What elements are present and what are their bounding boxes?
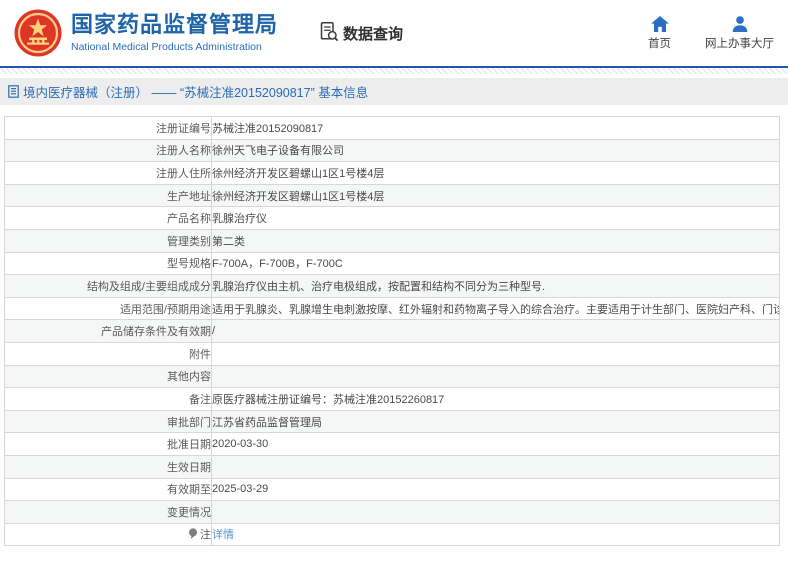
row-value: 乳腺治疗仪由主机、治疗电极组成，按配置和结构不同分为三种型号. (211, 274, 780, 298)
row-label: 型号规格 (4, 251, 212, 276)
document-icon (8, 85, 19, 98)
breadcrumb-text: 境内医疗器械（注册） —— “苏械注准20152090817” 基本信息 (23, 86, 369, 100)
row-value (211, 364, 780, 389)
row-label: 注册证编号 (4, 116, 212, 140)
nav-home[interactable]: 首页 (648, 15, 671, 51)
national-emblem-logo[interactable] (14, 9, 62, 57)
user-icon (731, 15, 749, 32)
detail-link[interactable]: 详情 (213, 529, 235, 541)
row-value (211, 454, 780, 479)
brand-block[interactable]: 国家药品监督管理局 National Medical Products Admi… (71, 12, 279, 53)
row-value: 苏械注准20152090817 (211, 116, 780, 140)
row-label: 产品储存条件及有效期 (4, 319, 212, 343)
row-label: 注 (4, 522, 212, 547)
row-value: 2025-03-29 (211, 477, 780, 502)
table-row: 附件 (4, 341, 780, 366)
table-row: 适用范围/预期用途 适用于乳腺炎、乳腺增生电刺激按摩、红外辐射和药物离子导入的综合… (4, 296, 780, 321)
row-label: 有效期至 (4, 477, 212, 502)
table-row: 产品名称 乳腺治疗仪 (4, 206, 780, 230)
row-value: 适用于乳腺炎、乳腺增生电刺激按摩、红外辐射和药物离子导入的综合治疗。主要适用于计… (211, 296, 780, 321)
row-label: 结构及组成/主要组成成分 (4, 274, 212, 298)
table-row: 注册人住所 徐州经济开发区碧螺山1区1号楼4层 (4, 161, 780, 185)
row-label: 其他内容 (4, 364, 212, 389)
row-label: 注册人名称 (4, 138, 212, 163)
data-query-button[interactable]: 数据查询 (318, 21, 403, 46)
row-label: 备注 (4, 387, 212, 411)
note-label: 注 (200, 528, 211, 541)
document-search-icon (318, 21, 339, 46)
row-label: 产品名称 (4, 206, 212, 230)
row-value: 2020-03-30 (211, 432, 780, 456)
row-value: 原医疗器械注册证编号：苏械注准20152260817 (211, 387, 780, 411)
nav-service-hall-label: 网上办事大厅 (705, 38, 774, 50)
row-value: 乳腺治疗仪 (211, 206, 780, 230)
row-label: 变更情况 (4, 500, 212, 524)
row-label: 批准日期 (4, 432, 212, 456)
row-value: 徐州经济开发区碧螺山1区1号楼4层 (211, 161, 780, 185)
page: 国家药品监督管理局 National Medical Products Admi… (0, 0, 788, 561)
header: 国家药品监督管理局 National Medical Products Admi… (0, 0, 788, 66)
row-label: 适用范围/预期用途 (4, 296, 212, 321)
row-value (211, 341, 780, 366)
row-label: 生产地址 (4, 183, 212, 208)
home-icon (650, 15, 669, 32)
row-value: 江苏省药品监督管理局 (211, 409, 780, 434)
row-label: 管理类别 (4, 228, 212, 253)
header-nav: 首页 网上办事大厅 (614, 15, 774, 51)
row-value (211, 500, 780, 524)
row-value: / (211, 319, 780, 343)
brand-subtitle: National Medical Products Administration (71, 40, 262, 53)
row-value: 详情 (211, 522, 780, 547)
row-label: 审批部门 (4, 409, 212, 434)
breadcrumb: 境内医疗器械（注册） —— “苏械注准20152090817” 基本信息 (0, 78, 788, 105)
row-value: 第二类 (211, 228, 780, 253)
table-row: 产品储存条件及有效期 / (4, 319, 780, 343)
table-row: 型号规格 F-700A，F-700B，F-700C (4, 251, 780, 276)
row-value: 徐州天飞电子设备有限公司 (211, 138, 780, 163)
table-row-note: 注 详情 (4, 522, 780, 547)
table-row: 生产地址 徐州经济开发区碧螺山1区1号楼4层 (4, 183, 780, 208)
table-row: 生效日期 (4, 454, 780, 479)
table-row: 注册证编号 苏械注准20152090817 (4, 116, 780, 140)
table-row: 结构及组成/主要组成成分 乳腺治疗仪由主机、治疗电极组成，按配置和结构不同分为三种… (4, 274, 780, 298)
table-row: 批准日期 2020-03-30 (4, 432, 780, 456)
row-label: 注册人住所 (4, 161, 212, 185)
nav-home-label: 首页 (648, 38, 671, 50)
brand-title: 国家药品监督管理局 (71, 12, 279, 38)
data-query-label: 数据查询 (343, 25, 404, 43)
table-row: 注册人名称 徐州天飞电子设备有限公司 (4, 138, 780, 163)
row-label: 附件 (4, 341, 212, 366)
table-row: 管理类别 第二类 (4, 228, 780, 253)
row-label: 生效日期 (4, 454, 212, 479)
registration-info-table: 注册证编号 苏械注准20152090817 注册人名称 徐州天飞电子设备有限公司 注… (4, 116, 780, 547)
row-value: F-700A，F-700B，F-700C (211, 251, 780, 276)
table-row: 备注 原医疗器械注册证编号：苏械注准20152260817 (4, 387, 780, 411)
table-row: 审批部门 江苏省药品监督管理局 (4, 409, 780, 434)
note-icon (188, 528, 198, 543)
table-row: 其他内容 (4, 364, 780, 389)
table-row: 变更情况 (4, 500, 780, 524)
table-row: 有效期至 2025-03-29 (4, 477, 780, 502)
nav-service-hall[interactable]: 网上办事大厅 (705, 15, 774, 51)
row-value: 徐州经济开发区碧螺山1区1号楼4层 (211, 183, 780, 208)
